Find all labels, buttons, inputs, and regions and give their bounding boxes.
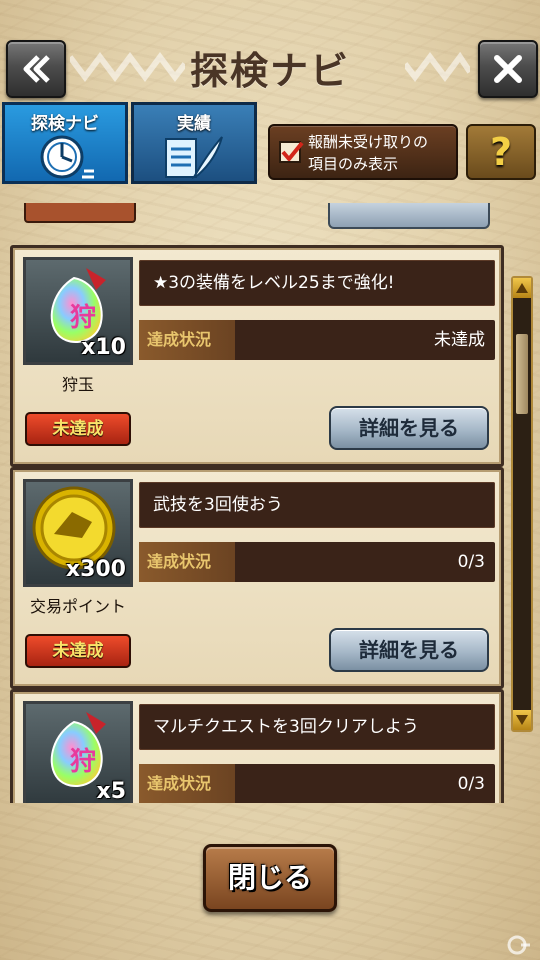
reward-quantity: x10: [81, 335, 126, 360]
help-button[interactable]: ?: [466, 124, 536, 180]
progress-value: 未達成: [434, 330, 485, 350]
reward-thumbnail: x300: [23, 479, 133, 587]
reward-name: 狩玉: [61, 375, 94, 394]
header-decoration-right: [405, 52, 470, 82]
progress-label: 達成状況: [139, 320, 235, 360]
reward-name: 交易ポイント: [29, 597, 126, 616]
mission-card: 狩 x10 狩玉 未達成 ★3の装備をレベル25まで強化! 達成状況 未達成 詳…: [10, 245, 504, 467]
close-button[interactable]: 閉じる: [203, 844, 337, 912]
previous-detail-button[interactable]: [328, 203, 490, 229]
progress-label: 達成状況: [139, 542, 235, 582]
mission-title: ★3の装備をレベル25まで強化!: [153, 273, 395, 293]
detail-button[interactable]: 詳細を見る: [329, 406, 489, 450]
status-badge: 未達成: [25, 634, 131, 668]
filter-checkbox[interactable]: [279, 141, 304, 163]
reward-quantity: x300: [65, 557, 126, 582]
status-badge: 未達成: [25, 412, 131, 446]
mission-title: 武技を3回使おう: [153, 495, 283, 515]
app-screen: 探検ナビ 探検ナビ 実績 報酬未受け取りの 項目のみ表示 ? 狩 x10 狩玉 …: [0, 0, 540, 960]
previous-status-badge: [24, 203, 136, 223]
back-button[interactable]: [6, 40, 66, 98]
page-title: 探検ナビ: [189, 49, 350, 93]
scroll-up-button[interactable]: [513, 278, 531, 298]
progress-bar: 達成状況 0/3: [139, 764, 495, 803]
checkmark-icon: [281, 141, 304, 161]
scroll-down-button[interactable]: [513, 710, 531, 730]
mission-list[interactable]: 狩 x10 狩玉 未達成 ★3の装備をレベル25まで強化! 達成状況 未達成 詳…: [10, 203, 504, 803]
help-icon: ?: [489, 130, 513, 174]
mission-title: マルチクエストを3回クリアしよう: [153, 717, 419, 737]
triangle-up-icon: [516, 283, 528, 293]
detail-button[interactable]: 詳細を見る: [329, 628, 489, 672]
mission-card: 狩 x5 マルチクエストを3回クリアしよう 達成状況 0/3: [10, 689, 504, 803]
reward-thumbnail: 狩 x10: [23, 257, 133, 365]
x-close-icon: [494, 55, 522, 83]
close-x-button[interactable]: [478, 40, 538, 98]
filter-label-line1: 報酬未受け取りの: [308, 133, 429, 151]
filter-unclaimed-toggle[interactable]: 報酬未受け取りの 項目のみ表示: [268, 124, 458, 180]
reward-quantity: x5: [96, 779, 127, 803]
progress-value: 0/3: [457, 774, 485, 794]
progress-value: 0/3: [457, 552, 485, 572]
tab-explore-navi[interactable]: 探検ナビ: [2, 102, 128, 184]
mission-card: x300 交易ポイント 未達成 武技を3回使おう 達成状況 0/3 詳細を見る: [10, 467, 504, 689]
reward-thumbnail: 狩 x5: [23, 701, 133, 803]
triangle-down-icon: [516, 715, 528, 725]
double-chevron-left-icon: [23, 55, 50, 83]
progress-bar: 達成状況 未達成: [139, 320, 495, 360]
mission-title-bar: ★3の装備をレベル25まで強化!: [139, 260, 495, 306]
filter-label-line2: 項目のみ表示: [308, 155, 399, 173]
compass-clock-icon: [40, 135, 94, 179]
tab-label: 探検ナビ: [31, 114, 99, 134]
progress-bar: 達成状況 0/3: [139, 542, 495, 582]
tab-achievements[interactable]: 実績: [131, 102, 257, 184]
scrollbar[interactable]: [511, 276, 533, 732]
svg-text:狩: 狩: [70, 747, 96, 777]
tab-label: 実績: [177, 114, 211, 134]
mission-title-bar: マルチクエストを3回クリアしよう: [139, 704, 495, 750]
scroll-feather-icon: [165, 136, 223, 180]
watermark-logo: [507, 935, 530, 955]
filter-label: 報酬未受け取りの 項目のみ表示: [308, 131, 454, 175]
scroll-thumb[interactable]: [516, 334, 528, 414]
progress-label: 達成状況: [139, 764, 235, 803]
svg-text:狩: 狩: [70, 303, 96, 333]
mission-title-bar: 武技を3回使おう: [139, 482, 495, 528]
